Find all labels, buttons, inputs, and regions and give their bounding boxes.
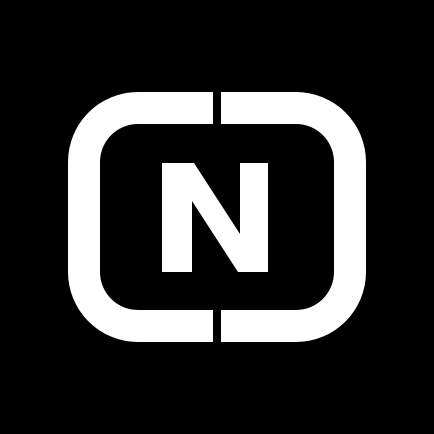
n-logo-icon [0,0,434,434]
app-icon [0,0,434,434]
